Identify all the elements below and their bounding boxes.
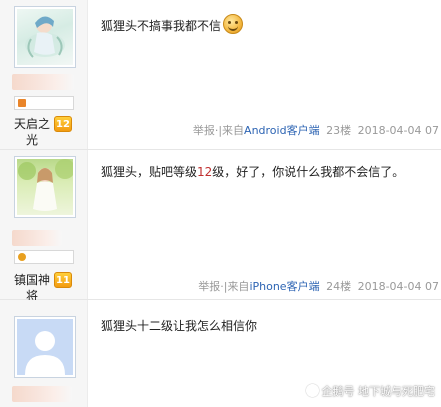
report-link[interactable]: 举报: [193, 124, 215, 137]
post-text: 狐狸头不搞事我都不信: [101, 19, 222, 33]
rank-title: 天启之光: [13, 117, 50, 147]
user-sidebar: [0, 300, 88, 407]
avatar[interactable]: [14, 6, 76, 68]
post-content: 狐狸头十二级让我怎么相信你: [101, 318, 431, 335]
client-link[interactable]: iPhone客户端: [249, 280, 319, 293]
blurred-username: [12, 230, 62, 246]
post-date: 2018-04-04 07: [357, 124, 439, 137]
post-text: 狐狸头十二级让我怎么相信你: [101, 319, 258, 333]
smiley-icon: [223, 14, 244, 34]
photo-avatar-image: [18, 159, 73, 211]
from-label: 来自: [222, 124, 245, 137]
post-meta: 举报·|来自Android客户端 23楼 2018-04-04 07: [190, 122, 439, 138]
level-badge: 11: [54, 272, 72, 288]
client-link[interactable]: Android客户端: [244, 124, 320, 137]
level-badge: 12: [54, 116, 72, 132]
anime-character-avatar-image: [25, 16, 65, 58]
post-text-level-number: 12: [197, 165, 213, 179]
blurred-username: [12, 74, 74, 90]
post-text-part2: 级，好了，你说什么我都不会信了。: [212, 165, 405, 179]
post-content: 狐狸头，贴吧等级12级，好了，你说什么我都不会信了。: [101, 164, 431, 181]
forum-rank: 天启之光 12: [12, 116, 82, 148]
avatar[interactable]: [14, 156, 76, 218]
post-floor-24: 镇国神将 11 狐狸头，贴吧等级12级，好了，你说什么我都不会信了。 举报·|来…: [0, 150, 441, 303]
member-badge: [14, 250, 74, 264]
post-date: 2018-04-04 07: [357, 280, 439, 293]
post-text-part1: 狐狸头，贴吧等级: [101, 165, 198, 179]
watermark-text: 企鹅号 地下城与死肥宅: [321, 385, 436, 398]
from-label: 来自: [227, 280, 250, 293]
penguin-logo-icon: [305, 384, 319, 397]
meta-separator: ·|: [214, 124, 223, 137]
report-link[interactable]: 举报: [198, 280, 220, 293]
avatar[interactable]: [14, 316, 76, 378]
blurred-username: [12, 386, 72, 402]
post-meta: 举报·|来自iPhone客户端 24楼 2018-04-04 07: [195, 278, 439, 294]
user-sidebar: 天启之光 12: [0, 0, 88, 149]
post-floor-25: 狐狸头十二级让我怎么相信你 企鹅号 地下城与死肥宅: [0, 300, 441, 407]
floor-number: 23楼: [326, 124, 352, 137]
badge-icon: [18, 253, 26, 261]
post-floor-23: 天启之光 12 狐狸头不搞事我都不信 举报·|来自Android客户端 23楼 …: [0, 0, 441, 150]
default-user-avatar-icon: [25, 331, 65, 375]
user-sidebar: 镇国神将 11: [0, 150, 88, 303]
post-content: 狐狸头不搞事我都不信: [101, 14, 431, 35]
member-badge: [14, 96, 74, 110]
floor-number: 24楼: [326, 280, 352, 293]
badge-icon: [18, 99, 26, 107]
watermark: 企鹅号 地下城与死肥宅: [305, 383, 436, 399]
